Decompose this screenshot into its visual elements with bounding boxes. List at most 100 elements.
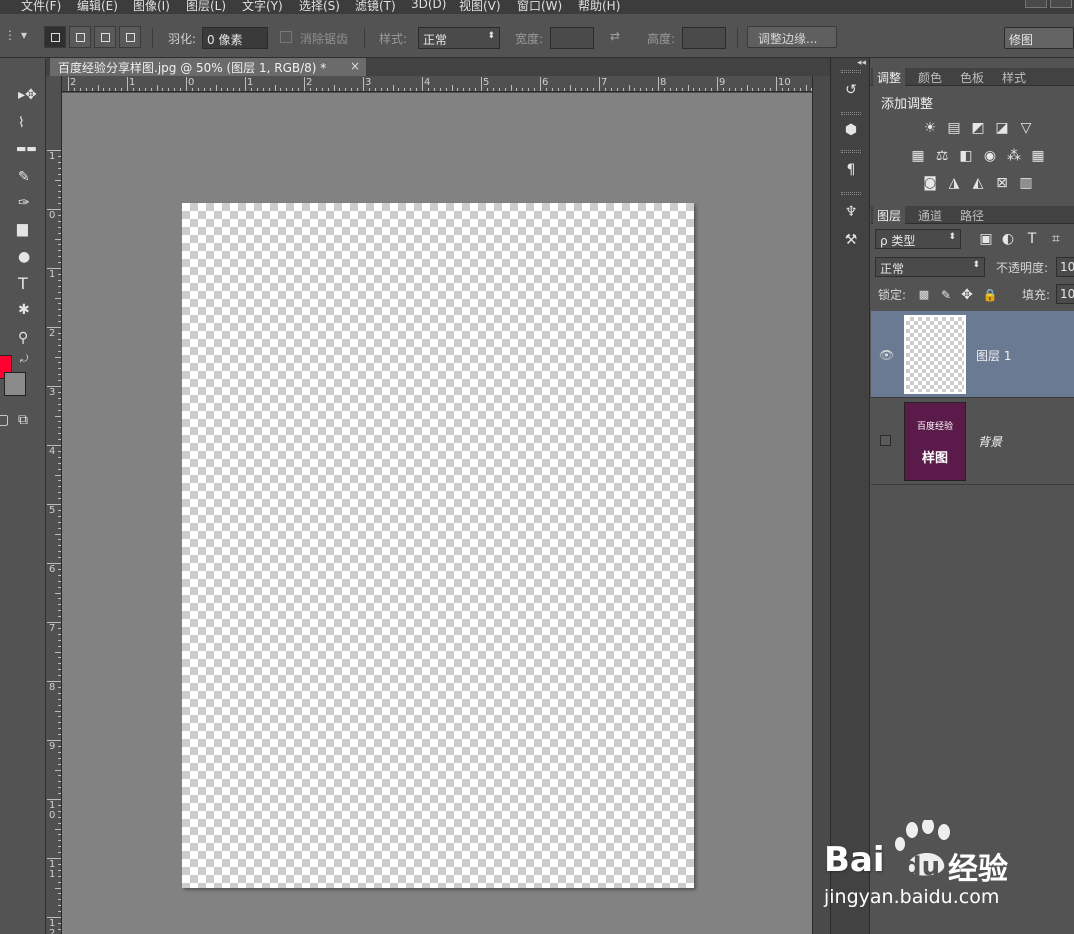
dodge-tool-icon[interactable]: ● [18,249,30,265]
history-panel-icon[interactable]: ↺ [841,82,861,100]
tool-preset-chevron-icon[interactable]: ▾ [21,28,27,42]
gradient-map-icon[interactable]: ▥ [1017,175,1035,191]
menu-filter[interactable]: 滤镜(T) [355,0,396,14]
photo-filter-icon[interactable]: ◉ [981,148,999,164]
menu-type[interactable]: 文字(Y) [242,0,283,14]
curves-icon[interactable]: ◩ [969,120,987,136]
menu-image[interactable]: 图像(I) [133,0,170,14]
levels-icon[interactable]: ▤ [945,120,963,136]
dock-grip[interactable] [841,112,861,115]
vertical-ruler[interactable]: 1 0 1 2 3 4 5 6 7 8 9 10 11 12 [46,76,62,934]
invert-icon[interactable]: ◙ [921,175,939,191]
tab-swatches[interactable]: 色板 [956,68,988,86]
intersect-selection-button[interactable] [119,26,141,48]
swap-icon[interactable]: ⇄ [610,29,620,43]
paragraph-panel-icon[interactable]: ¶ [841,162,861,180]
move-tool-icon[interactable]: ▸✥ [18,87,37,103]
color-balance-icon[interactable]: ⚖ [933,148,951,164]
brush-presets-icon[interactable]: ♆ [841,204,861,222]
height-input[interactable] [682,27,726,49]
tab-color[interactable]: 颜色 [914,68,946,86]
screen-mode-icon[interactable]: ⧉ [18,412,28,428]
blend-mode-select[interactable]: 正常 ⬍ [875,257,985,277]
3d-panel-icon[interactable]: ⬢ [841,122,861,140]
menu-3d[interactable]: 3D(D) [411,0,446,11]
black-white-icon[interactable]: ◧ [957,148,975,164]
quick-mask-icon[interactable]: ▢ [0,412,9,428]
swap-colors-icon[interactable]: ⤾ [20,352,28,368]
selective-color-icon[interactable]: ⊠ [993,175,1011,191]
refine-edge-button[interactable]: 调整边缘... [747,26,837,48]
ruler-tick [398,88,400,91]
close-tab-icon[interactable]: × [350,59,360,73]
exposure-icon[interactable]: ◪ [993,120,1011,136]
menu-window[interactable]: 窗口(W) [517,0,562,14]
ruler-label: 8 [660,77,667,88]
new-selection-button[interactable] [44,26,66,48]
subtract-selection-button[interactable] [94,26,116,48]
menu-view[interactable]: 视图(V) [459,0,501,14]
workspace-select[interactable]: 修图 [1004,27,1074,49]
tab-paths[interactable]: 路径 [956,206,988,224]
menu-select[interactable]: 选择(S) [299,0,340,14]
dock-grip[interactable] [841,192,861,195]
collapse-dock-icon[interactable]: ◂◂ [857,58,866,68]
shape-filter-icon[interactable]: ⌗ [1047,231,1065,247]
tool-presets-icon[interactable]: ⚒ [841,232,861,250]
tab-adjustments[interactable]: 调整 [873,68,906,86]
dock-grip[interactable] [841,150,861,153]
lock-all-icon[interactable]: 🔒 [981,287,999,303]
ruler-tick [793,88,795,91]
type-filter-icon[interactable]: T [1023,231,1041,247]
feather-input[interactable]: 0 像素 [202,27,268,49]
ruler-tick [622,88,624,91]
ruler-tool-icon[interactable]: ▬▬ [16,141,37,157]
dock-grip[interactable] [841,70,861,73]
brush-tool-icon[interactable]: ✎ [18,169,30,185]
layer-filter-select[interactable]: ρ 类型 ⬍ [875,229,961,249]
channel-mixer-icon[interactable]: ⁂ [1005,148,1023,164]
tab-styles[interactable]: 样式 [998,68,1030,86]
lock-position-icon[interactable]: ✥ [958,287,976,303]
custom-shape-tool-icon[interactable]: ✱ [18,302,30,318]
tab-layers[interactable]: 图层 [873,206,906,224]
threshold-icon[interactable]: ◭ [969,175,987,191]
lock-transparent-icon[interactable]: ▩ [915,287,933,303]
gradient-tool-icon[interactable]: ▆ [17,221,28,237]
color-lookup-icon[interactable]: ▦ [1029,148,1047,164]
style-select[interactable]: 正常 ⬍ [418,27,500,49]
document-tab[interactable]: 百度经验分享样图.jpg @ 50% (图层 1, RGB/8) * × [50,58,366,76]
vertical-scrollbar[interactable] [812,76,830,934]
opacity-input[interactable]: 10 [1056,257,1074,277]
horizontal-ruler[interactable]: 2 1 0 1 2 3 4 5 6 7 8 9 10 [62,76,812,92]
minimize-button[interactable] [1025,0,1047,8]
lock-pixels-icon[interactable]: ✎ [937,287,955,303]
maximize-button[interactable] [1050,0,1072,8]
width-input[interactable] [550,27,594,49]
pixel-filter-icon[interactable]: ▣ [977,231,995,247]
hue-icon[interactable]: ▦ [909,148,927,164]
add-selection-button[interactable] [69,26,91,48]
menu-layer[interactable]: 图层(L) [186,0,226,14]
history-brush-icon[interactable]: ✑ [18,195,30,211]
type-tool-icon[interactable]: T [18,276,28,292]
menu-edit[interactable]: 编辑(E) [77,0,118,14]
vibrance-icon[interactable]: ▽ [1017,120,1035,136]
document-canvas[interactable] [182,203,694,888]
layer-row-layer1[interactable]: 👁 图层 1 [871,311,1074,398]
adjustment-filter-icon[interactable]: ◐ [999,231,1017,247]
ruler-label: 2 [70,77,77,88]
menu-help[interactable]: 帮助(H) [578,0,620,14]
fill-input[interactable]: 10 [1056,284,1074,304]
eye-icon[interactable]: 👁 [879,348,894,362]
brightness-icon[interactable]: ☀ [921,120,939,136]
zoom-tool-icon[interactable]: ⚲ [18,330,28,346]
posterize-icon[interactable]: ◮ [945,175,963,191]
tab-channels[interactable]: 通道 [914,206,946,224]
quick-select-tool-icon[interactable]: ⌇ [18,115,25,131]
menu-file[interactable]: 文件(F) [21,0,61,14]
layer-row-background[interactable]: 百度经验 样图 背景 [871,398,1074,485]
visibility-toggle[interactable] [880,435,891,446]
antialias-checkbox[interactable] [280,31,292,43]
background-color-swatch[interactable] [4,372,26,396]
